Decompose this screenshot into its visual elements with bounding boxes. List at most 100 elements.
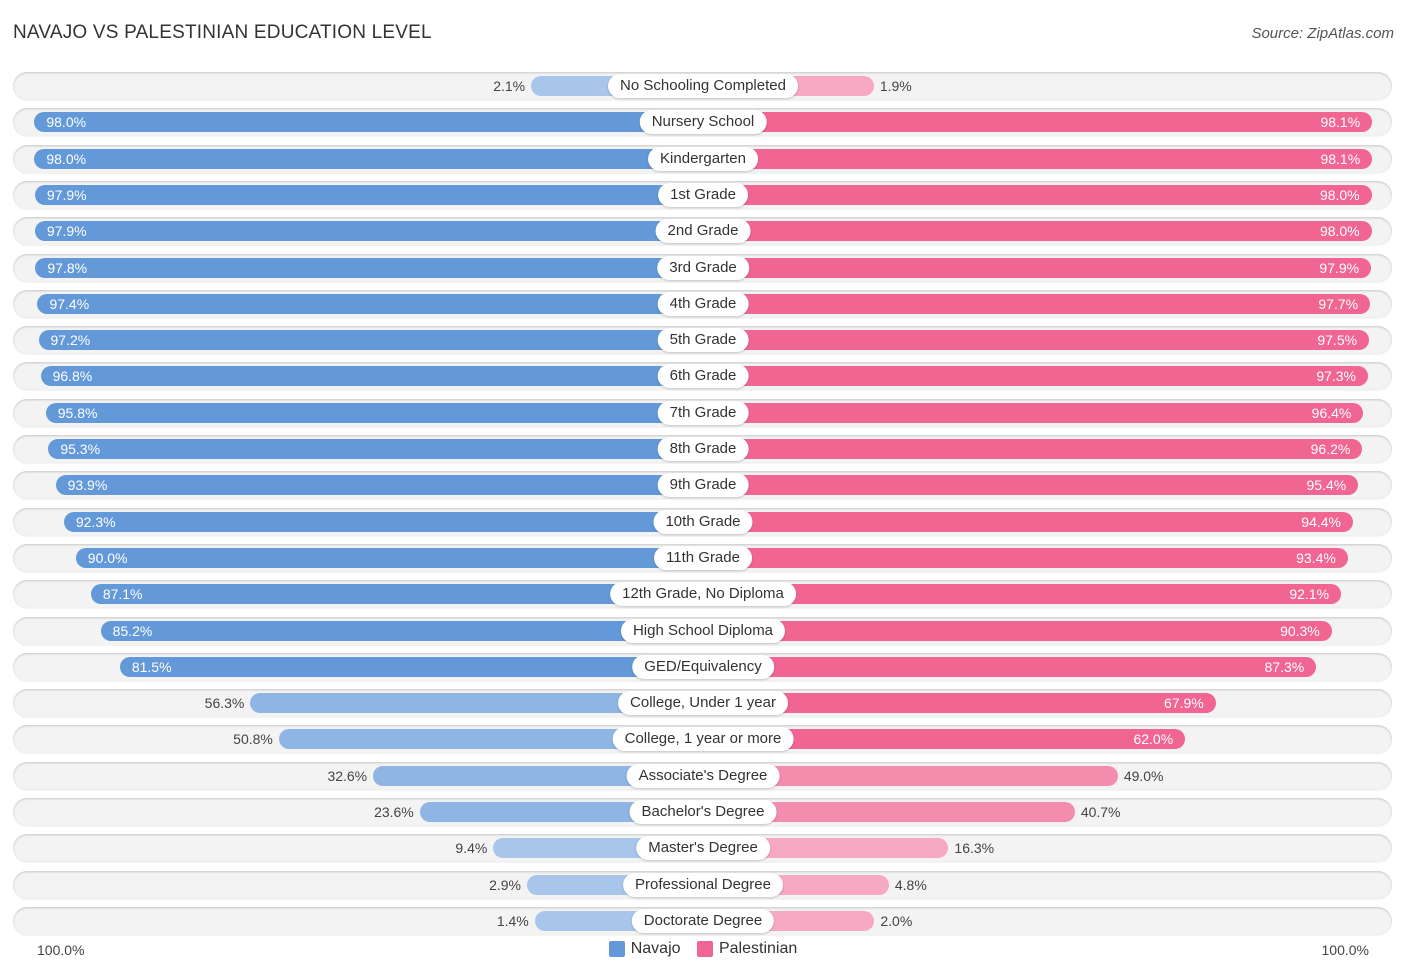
row-bachelor-s-degree: 23.6% 40.7% Bachelor's Degree xyxy=(13,798,1392,826)
value-label-palestinian: 98.1% xyxy=(1320,114,1361,131)
value-label-navajo: 23.6% xyxy=(374,804,414,820)
category-label: 2nd Grade xyxy=(655,219,751,244)
bar-navajo[interactable] xyxy=(55,475,703,496)
bar-palestinian[interactable] xyxy=(703,620,1332,641)
value-label-navajo: 1.4% xyxy=(496,912,529,929)
bar-palestinian[interactable] xyxy=(703,330,1370,351)
legend-item-palestinian[interactable]: Palestinian xyxy=(696,940,797,958)
bar-navajo[interactable] xyxy=(63,511,703,532)
bar-navajo[interactable] xyxy=(35,257,703,278)
value-label-palestinian: 97.9% xyxy=(1319,259,1360,276)
bar-navajo[interactable] xyxy=(34,148,703,169)
bar-palestinian[interactable] xyxy=(703,475,1359,496)
category-label: Doctorate Degree xyxy=(631,908,775,933)
bar-palestinian[interactable] xyxy=(703,184,1372,205)
category-label: College, Under 1 year xyxy=(618,691,788,716)
bar-palestinian[interactable] xyxy=(703,257,1372,278)
row-nursery-school: 98.0% 98.1% Nursery School xyxy=(13,108,1392,137)
row-12th-grade-no-diploma: 87.1% 92.1% 12th Grade, No Diploma xyxy=(13,580,1392,609)
value-label-navajo: 9.4% xyxy=(455,840,488,857)
value-label-palestinian: 1.9% xyxy=(879,78,912,94)
bar-palestinian[interactable] xyxy=(703,584,1342,605)
bar-palestinian[interactable] xyxy=(703,221,1372,242)
category-label: 3rd Grade xyxy=(657,255,749,280)
value-label-navajo: 96.8% xyxy=(52,368,93,385)
row-7th-grade: 95.8% 96.4% 7th Grade xyxy=(13,398,1392,427)
row-high-school-diploma: 85.2% 90.3% High School Diploma xyxy=(13,616,1392,645)
row-2nd-grade: 97.9% 98.0% 2nd Grade xyxy=(13,217,1392,246)
bar-navajo[interactable] xyxy=(34,112,703,133)
row-professional-degree: 2.9% 4.8% Professional Degree xyxy=(13,870,1392,899)
value-label-navajo: 93.9% xyxy=(67,477,108,494)
legend-item-navajo[interactable]: Navajo xyxy=(608,940,681,958)
source-label: Source: ZipAtlas.com xyxy=(1251,25,1394,42)
value-label-palestinian: 96.2% xyxy=(1310,441,1351,457)
value-label-palestinian: 98.0% xyxy=(1319,223,1360,240)
row-3rd-grade: 97.8% 97.9% 3rd Grade xyxy=(13,253,1392,282)
value-label-palestinian: 16.3% xyxy=(954,840,995,857)
bar-navajo[interactable] xyxy=(34,184,703,205)
bar-palestinian[interactable] xyxy=(703,439,1363,459)
row-1st-grade: 97.9% 98.0% 1st Grade xyxy=(13,180,1392,209)
value-label-palestinian: 97.3% xyxy=(1316,368,1357,385)
bar-palestinian[interactable] xyxy=(703,112,1373,133)
bar-palestinian[interactable] xyxy=(703,402,1364,423)
bar-navajo[interactable] xyxy=(34,221,703,242)
category-label: Associate's Degree xyxy=(626,763,780,788)
bar-navajo[interactable] xyxy=(38,330,703,351)
value-label-navajo: 85.2% xyxy=(112,622,153,639)
value-label-palestinian: 96.4% xyxy=(1311,404,1352,421)
category-label: 12th Grade, No Diploma xyxy=(610,582,796,607)
row-8th-grade: 95.3% 96.2% 8th Grade xyxy=(13,435,1392,463)
value-label-palestinian: 97.7% xyxy=(1318,295,1359,312)
row-5th-grade: 97.2% 97.5% 5th Grade xyxy=(13,326,1392,355)
row-college-1-year-or-more: 50.8% 62.0% College, 1 year or more xyxy=(13,725,1392,754)
chart-root: NAVAJO VS PALESTINIAN EDUCATION LEVEL So… xyxy=(0,0,1406,975)
row-no-schooling-completed: 2.1% 1.9% No Schooling Completed xyxy=(13,72,1392,100)
value-label-palestinian: 95.4% xyxy=(1306,477,1347,494)
value-label-navajo: 81.5% xyxy=(131,658,172,675)
legend-swatch-palestinian xyxy=(696,941,713,957)
row-college-under-1-year: 56.3% 67.9% College, Under 1 year xyxy=(13,689,1392,718)
value-label-navajo: 92.3% xyxy=(75,513,116,530)
bar-navajo[interactable] xyxy=(75,547,703,568)
bar-palestinian[interactable] xyxy=(703,656,1317,677)
value-label-palestinian: 93.4% xyxy=(1296,549,1336,566)
value-label-navajo: 56.3% xyxy=(204,695,245,712)
legend-label-navajo: Navajo xyxy=(630,940,681,957)
bar-palestinian[interactable] xyxy=(703,366,1368,387)
bar-palestinian[interactable] xyxy=(703,511,1353,532)
row-4th-grade: 97.4% 97.7% 4th Grade xyxy=(13,289,1392,318)
legend-swatch-navajo xyxy=(608,941,625,957)
row-6th-grade: 96.8% 97.3% 6th Grade xyxy=(13,362,1392,391)
category-label: Bachelor's Degree xyxy=(629,800,777,824)
value-label-palestinian: 98.1% xyxy=(1320,150,1361,167)
bar-palestinian[interactable] xyxy=(703,293,1371,314)
value-label-navajo: 97.4% xyxy=(49,295,90,312)
value-label-navajo: 97.2% xyxy=(50,332,91,349)
bar-navajo[interactable] xyxy=(100,620,703,641)
bar-navajo[interactable] xyxy=(37,293,703,314)
value-label-navajo: 95.3% xyxy=(60,441,101,457)
category-label: 7th Grade xyxy=(657,400,749,425)
category-label: 9th Grade xyxy=(657,473,749,498)
value-label-palestinian: 2.0% xyxy=(880,912,913,929)
category-label: Nursery School xyxy=(639,110,767,135)
bar-navajo[interactable] xyxy=(45,402,703,423)
value-label-navajo: 95.8% xyxy=(57,404,98,421)
category-label: 1st Grade xyxy=(658,182,748,207)
value-label-navajo: 32.6% xyxy=(327,767,368,784)
value-label-navajo: 97.9% xyxy=(46,223,87,240)
value-label-palestinian: 49.0% xyxy=(1123,767,1164,784)
value-label-palestinian: 67.9% xyxy=(1164,695,1204,712)
value-label-palestinian: 92.1% xyxy=(1289,586,1330,603)
bar-palestinian[interactable] xyxy=(703,547,1348,568)
bar-navajo[interactable] xyxy=(48,439,703,459)
category-label: GED/Equivalency xyxy=(632,654,774,679)
bar-navajo[interactable] xyxy=(119,656,703,677)
category-label: 6th Grade xyxy=(657,364,749,389)
bar-navajo[interactable] xyxy=(40,366,703,387)
value-label-navajo: 2.9% xyxy=(489,876,521,893)
value-label-navajo: 98.0% xyxy=(46,150,87,167)
bar-palestinian[interactable] xyxy=(703,148,1373,169)
